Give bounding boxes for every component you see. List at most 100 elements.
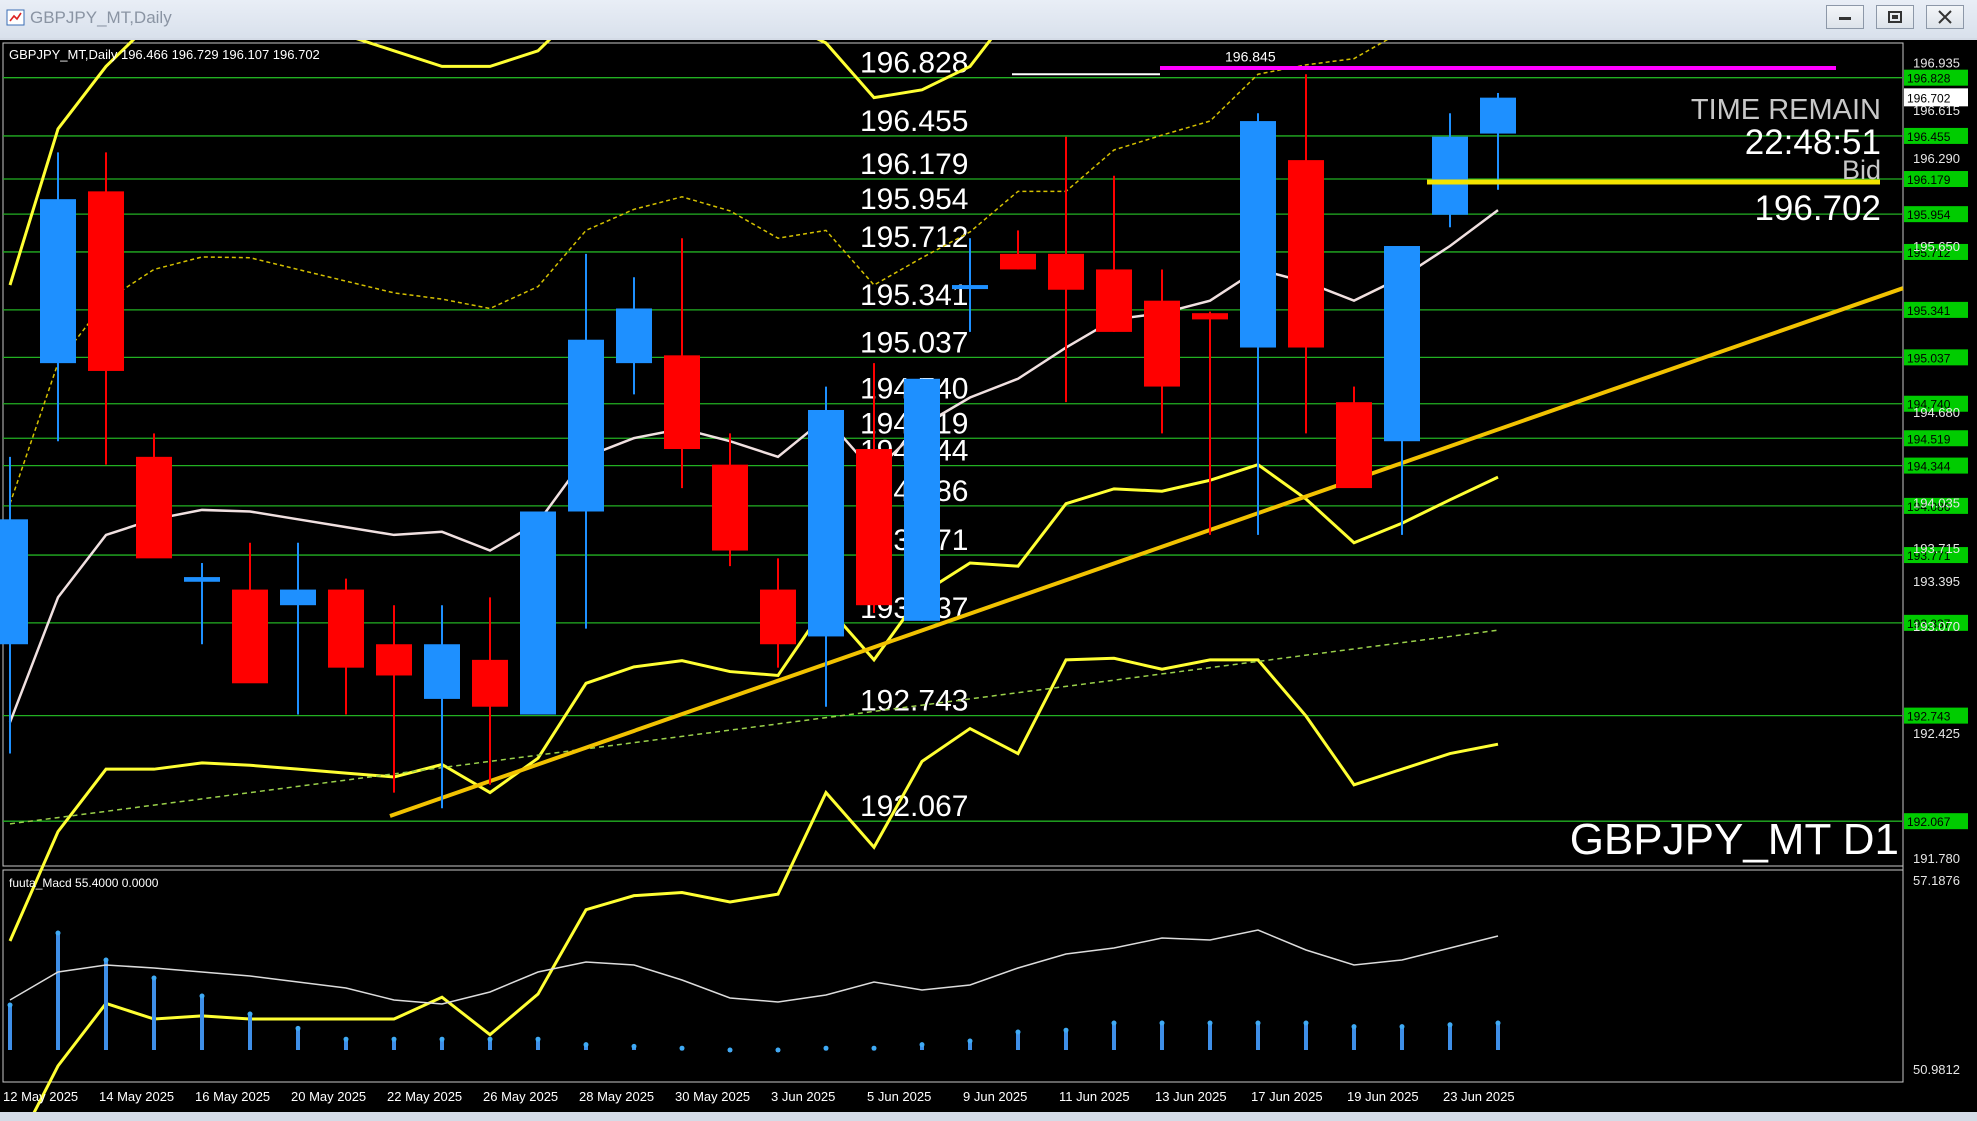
indicator-dot: [391, 1036, 397, 1042]
price-scale-label: 193.715: [1913, 541, 1960, 556]
window-title-bar[interactable]: GBPJPY_MT,Daily: [0, 0, 1977, 38]
candle-body: [1096, 269, 1132, 332]
indicator-dot: [583, 1042, 589, 1048]
indicator-bar: [1256, 1023, 1260, 1050]
candle-body: [616, 308, 652, 364]
indicator-dot: [1447, 1022, 1453, 1028]
candle-body: [1192, 313, 1228, 320]
indicator-dot: [535, 1036, 541, 1042]
x-axis-label: 20 May 2025: [291, 1089, 366, 1104]
level-price-tag-text: 195.037: [1907, 351, 1951, 365]
price-scale-label: 192.425: [1913, 726, 1960, 741]
indicator-dot: [967, 1038, 973, 1044]
x-axis-label: 3 Jun 2025: [771, 1089, 835, 1104]
price-scale-label: 196.935: [1913, 55, 1960, 70]
indicator-bar: [1016, 1032, 1020, 1050]
price-scale-label: 194.680: [1913, 405, 1960, 420]
indicator-dot: [247, 1011, 253, 1017]
indicator-bar: [1496, 1023, 1500, 1050]
x-axis-label: 16 May 2025: [195, 1089, 270, 1104]
close-button[interactable]: [1926, 5, 1964, 29]
x-axis-label: 28 May 2025: [579, 1089, 654, 1104]
indicator-dot: [919, 1042, 925, 1048]
candle-body: [520, 511, 556, 715]
indicator-top-value: 57.1876: [1913, 873, 1960, 888]
indicator-bar: [1160, 1023, 1164, 1050]
x-axis-label: 11 Jun 2025: [1059, 1089, 1130, 1104]
indicator-bar: [1400, 1026, 1404, 1050]
indicator-bar: [1208, 1023, 1212, 1050]
candle-body: [904, 378, 940, 621]
x-axis-label: 13 Jun 2025: [1155, 1089, 1227, 1104]
price-scale-label: 193.070: [1913, 619, 1960, 634]
candle-body: [1000, 253, 1036, 270]
indicator-dot: [1495, 1020, 1501, 1026]
restore-icon: [1888, 11, 1902, 23]
indicator-label: fuuta_Macd 55.4000 0.0000: [9, 876, 159, 890]
x-axis-label: 12 May 2025: [3, 1089, 78, 1104]
candle-body: [1432, 136, 1468, 215]
chart-area[interactable]: 196.828 196.828 196.455 196.455 196.179 196.1…: [0, 40, 1977, 1112]
indicator-dot: [151, 975, 157, 981]
level-label: 192.067: [860, 790, 968, 823]
x-axis-label: 5 Jun 2025: [867, 1089, 931, 1104]
candle-body: [712, 464, 748, 551]
candle-body: [280, 589, 316, 606]
indicator-bar: [1304, 1023, 1308, 1050]
level-price-tag-text: 195.954: [1907, 208, 1951, 222]
indicator-dot: [199, 993, 205, 999]
candle-body: [40, 199, 76, 364]
x-axis-label: 26 May 2025: [483, 1089, 558, 1104]
indicator-dot: [1255, 1020, 1261, 1026]
level-label: 195.712: [860, 221, 968, 254]
indicator-bar: [56, 933, 60, 1050]
price-scale-label: 196.290: [1913, 151, 1960, 166]
candles-group: [0, 74, 1516, 809]
indicator-dot: [727, 1047, 733, 1053]
level-price-tag-text: 192.743: [1907, 710, 1951, 724]
x-axis-label: 22 May 2025: [387, 1089, 462, 1104]
level-label: 195.037: [860, 326, 968, 359]
indicator-dot: [487, 1036, 493, 1042]
x-axis-label: 19 Jun 2025: [1347, 1089, 1419, 1104]
x-axis-label: 17 Jun 2025: [1251, 1089, 1323, 1104]
restore-button[interactable]: [1876, 5, 1914, 29]
candle-body: [1288, 160, 1324, 348]
candle-body: [184, 577, 220, 582]
level-price-tag-text: 194.519: [1907, 432, 1951, 446]
x-axis-group: 12 May 2025 14 May 2025 16 May 2025 20 May …: [3, 1089, 1515, 1104]
candle-body: [856, 449, 892, 606]
indicator-signal-line: [9, 929, 1499, 1005]
chart-header: GBPJPY_MT,Daily 196.466 196.729 196.107 …: [9, 47, 320, 62]
candle-body: [424, 644, 460, 699]
indicator-dot: [823, 1045, 829, 1051]
level-label: 196.179: [860, 148, 968, 181]
candle-body: [808, 409, 844, 637]
indicator-bar: [104, 960, 108, 1050]
bid-value: 196.702: [1754, 189, 1881, 228]
indicator-bar: [8, 1005, 12, 1050]
x-axis-label: 14 May 2025: [99, 1089, 174, 1104]
price-chart-svg[interactable]: 196.828 196.828196.455 196.455196.179 196.1…: [0, 40, 1977, 1112]
indicator-dot: [679, 1045, 685, 1051]
candle-body: [1384, 246, 1420, 442]
x-axis-label: 23 Jun 2025: [1443, 1089, 1515, 1104]
candle-body: [1048, 253, 1084, 290]
indicator-bar: [248, 1014, 252, 1050]
indicator-dot: [1159, 1020, 1165, 1026]
indicator-bar: [152, 978, 156, 1050]
candle-body: [472, 659, 508, 707]
price-scale-label: 193.395: [1913, 574, 1960, 589]
minimize-button[interactable]: [1826, 5, 1864, 29]
indicator-group: [7, 930, 1501, 1053]
level-label: 195.954: [860, 183, 968, 216]
candle-body: [376, 644, 412, 676]
high-marker: 196.845: [1225, 49, 1276, 65]
symbol-label: GBPJPY_MT D1: [1570, 815, 1899, 864]
candle-body: [136, 456, 172, 559]
indicator-dot: [1015, 1029, 1021, 1035]
candle-body: [232, 589, 268, 684]
indicator-dot: [1399, 1024, 1405, 1030]
indicator-dot: [1063, 1027, 1069, 1033]
price-scale-label: 194.035: [1913, 496, 1960, 511]
